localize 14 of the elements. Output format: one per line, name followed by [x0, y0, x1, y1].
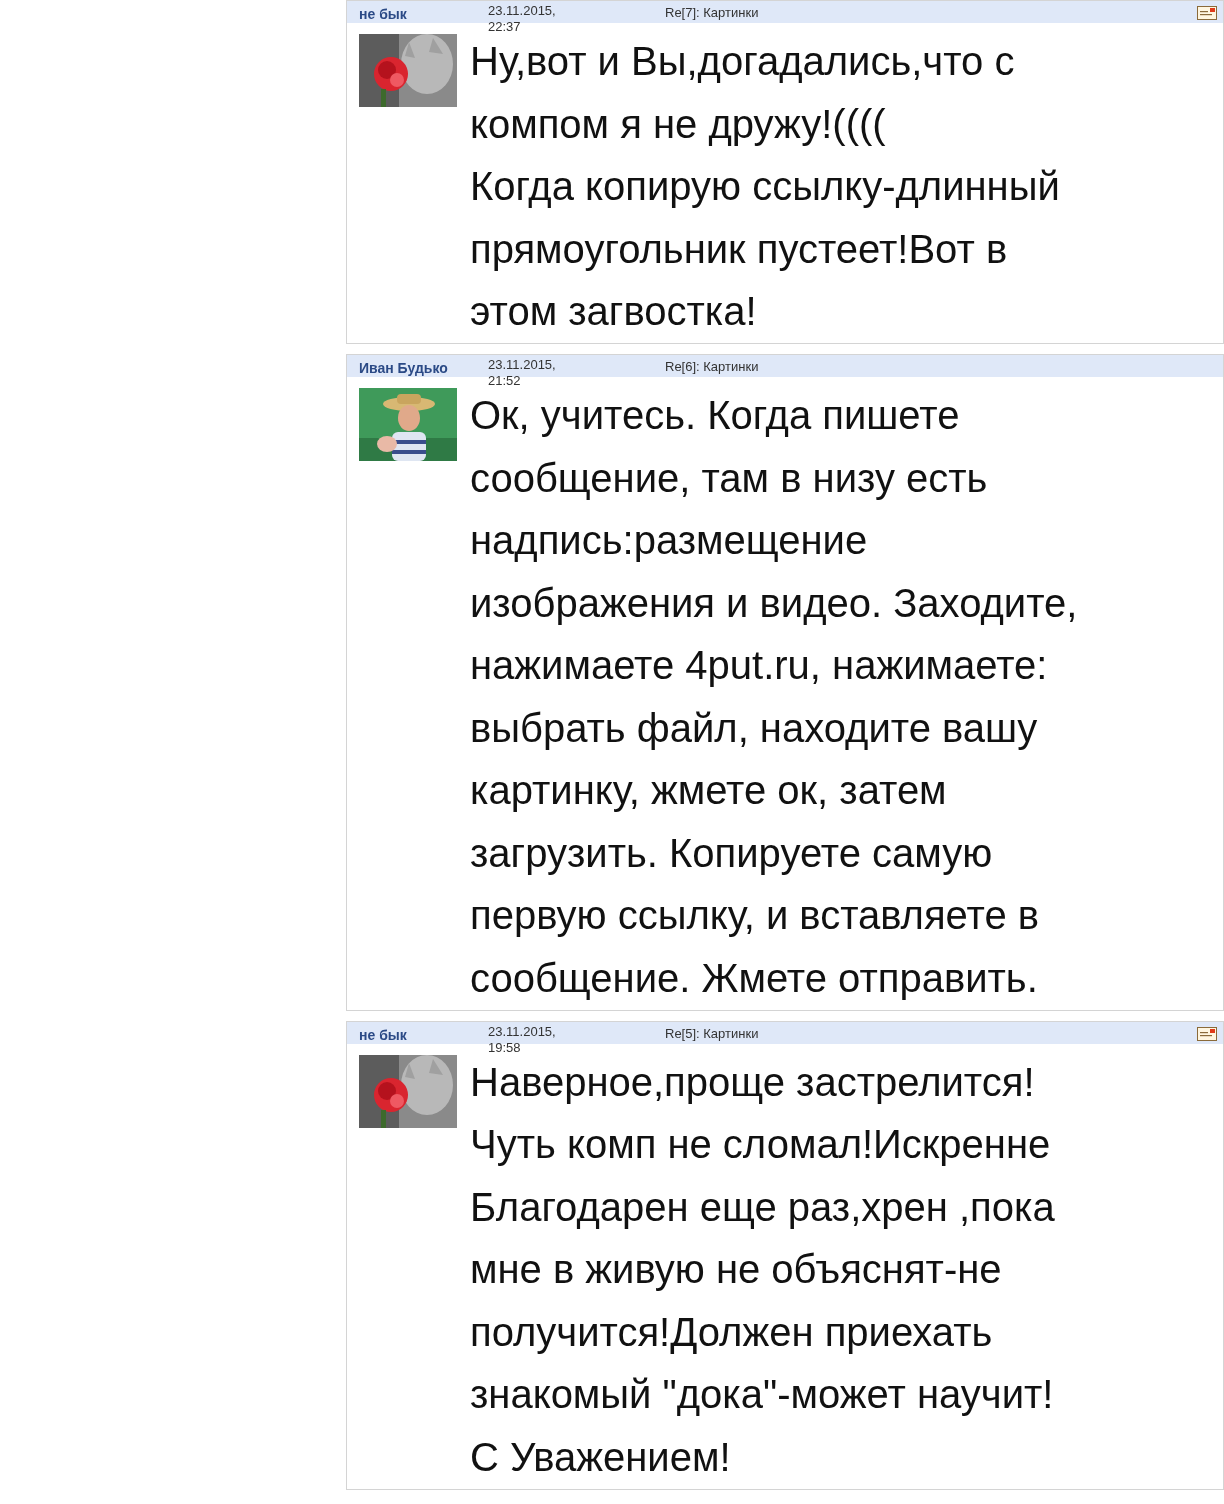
- post-text: Ну,вот и Вы,догадались,что с компом я не дружу!(((( Когда копирую ссылку-длинный прямоугольник пустеет!Вот в этом загвостка!: [470, 38, 1060, 335]
- post-text: Ок, учитесь. Когда пишете сообщение, там в низу есть надпись:размещение изображения и видео. Заходите, нажимаете 4put.ru, нажимаете: выбрать файл, находите вашу картинку, жмете ок, затем загрузить. Копируете самую первую ссылку, и вставляете в сообщение. Жмете отправить.: [470, 392, 1078, 1002]
- post-date: 23.11.2015, 22:37: [488, 3, 557, 35]
- post-text: Наверное,проще застрелится! Чуть комп не сломал!Искренне Благодарен еще раз,хрен ,пока мне в живую не объяснят-не получится!Должен приехать знакомый "дока"-может научит! С Уважением!: [470, 1058, 1055, 1481]
- message-icon[interactable]: [1197, 6, 1217, 20]
- author-name[interactable]: не бык: [359, 1024, 407, 1046]
- post-date: 23.11.2015, 19:58: [488, 1023, 557, 1056]
- post-date: 23.11.2015, 21:52: [488, 357, 557, 389]
- author-name[interactable]: Иван Будько: [359, 358, 448, 379]
- post-subject: Re[6]: Картинки: [665, 358, 759, 376]
- message-icon[interactable]: [1197, 1026, 1217, 1041]
- post-subject: Re[5]: Картинки: [665, 1024, 759, 1043]
- author-name[interactable]: не бык: [359, 4, 407, 25]
- post-subject: Re[7]: Картинки: [665, 4, 759, 22]
